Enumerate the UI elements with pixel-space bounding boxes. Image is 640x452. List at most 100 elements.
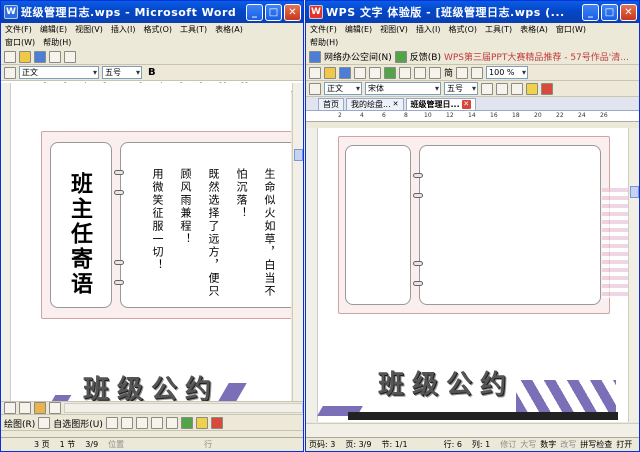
styles-pane-icon[interactable] <box>4 66 16 79</box>
word-horizontal-scrollbar[interactable] <box>64 403 303 413</box>
preview-icon[interactable] <box>369 66 381 79</box>
new-document-icon[interactable] <box>309 66 321 79</box>
menu-format[interactable]: 格式(O) <box>448 24 477 35</box>
minimize-button[interactable]: _ <box>246 3 263 21</box>
menu-help[interactable]: 帮助(H) <box>310 37 338 48</box>
style-combo[interactable]: 正文 <box>19 66 99 79</box>
copy-icon[interactable] <box>414 66 426 79</box>
clipart-icon[interactable] <box>180 417 193 429</box>
close-icon[interactable]: ✕ <box>393 99 399 110</box>
planner-right-page <box>419 145 601 305</box>
font-color-icon[interactable] <box>541 82 553 95</box>
word-document-area[interactable]: 班主任寄语 用微笑征服一切！ 顾风雨兼程！ 既然选择了远方，便只 怕沉落！ 生命… <box>1 83 291 401</box>
bold-button[interactable]: B <box>145 67 159 78</box>
menu-window[interactable]: 窗口(W) <box>5 37 35 48</box>
ruler-tick: 2 <box>338 112 342 119</box>
menu-insert[interactable]: 插入(I) <box>111 24 136 35</box>
menu-table[interactable]: 表格(A) <box>215 24 243 35</box>
highlight-icon[interactable] <box>526 82 538 95</box>
close-button[interactable]: ✕ <box>284 3 301 21</box>
wps-vertical-scrollbar[interactable] <box>628 128 639 422</box>
cut-icon[interactable] <box>399 66 411 79</box>
draw-menu[interactable]: 绘图(R) <box>4 417 35 430</box>
style-combo[interactable]: 正文 <box>324 82 362 95</box>
undo-icon[interactable] <box>456 66 469 79</box>
print-icon[interactable] <box>354 66 366 79</box>
status-revision[interactable]: 修订 <box>500 439 516 450</box>
planner-title: 班主任寄语 <box>67 172 93 297</box>
line-icon[interactable] <box>105 417 118 429</box>
maximize-button[interactable]: □ <box>601 3 618 21</box>
status-spellcheck[interactable]: 拼写检查 <box>580 439 612 450</box>
ruler-tick: 16 <box>490 112 498 119</box>
wps-horizontal-scrollbar[interactable] <box>306 423 639 437</box>
minimize-button[interactable]: _ <box>582 3 599 21</box>
menu-tools[interactable]: 工具(T) <box>180 24 207 35</box>
autoshape-menu[interactable]: 自选图形(U) <box>53 417 103 430</box>
tab-home[interactable]: 首页 <box>318 98 344 110</box>
save-icon[interactable] <box>34 50 46 63</box>
select-objects-icon[interactable] <box>38 417 51 429</box>
menu-view[interactable]: 视图(V) <box>75 24 103 35</box>
normal-view-icon[interactable] <box>4 402 16 414</box>
zoom-combo[interactable]: 100 % <box>486 66 529 79</box>
scroll-thumb[interactable] <box>294 149 303 161</box>
textbox-icon[interactable] <box>165 417 178 429</box>
font-size-combo[interactable]: 五号 <box>444 82 478 95</box>
web-view-icon[interactable] <box>19 402 31 414</box>
status-position: 位置 <box>108 440 125 449</box>
menu-file[interactable]: 文件(F) <box>5 24 32 35</box>
feedback-button[interactable]: 反馈(B) <box>410 50 441 63</box>
scroll-thumb[interactable] <box>630 186 639 198</box>
oval-icon[interactable] <box>150 417 163 429</box>
menu-file[interactable]: 文件(F) <box>310 24 337 35</box>
styles-pane-icon[interactable] <box>309 82 321 95</box>
align-icon[interactable] <box>481 82 493 95</box>
undo-icon[interactable] <box>49 50 61 63</box>
open-folder-icon[interactable] <box>324 66 336 79</box>
print-view-icon[interactable] <box>34 402 46 414</box>
menu-edit[interactable]: 编辑(E) <box>345 24 372 35</box>
network-office-button[interactable]: 网络办公空间(N) <box>324 50 392 63</box>
save-icon[interactable] <box>339 66 351 79</box>
list-icon[interactable] <box>511 82 523 95</box>
menu-tools[interactable]: 工具(T) <box>485 24 512 35</box>
new-document-icon[interactable] <box>4 50 16 63</box>
outline-view-icon[interactable] <box>49 402 61 414</box>
menu-help[interactable]: 帮助(H) <box>43 37 71 48</box>
menu-insert[interactable]: 插入(I) <box>416 24 441 35</box>
menu-format[interactable]: 格式(O) <box>143 24 172 35</box>
rectangle-icon[interactable] <box>135 417 148 429</box>
promo-link[interactable]: WPS第三届PPT大赛精品推荐 - 57号作品'清... <box>444 50 629 63</box>
tab-my-disk[interactable]: 我的绘盘... ✕ <box>346 98 404 110</box>
status-num[interactable]: 数字 <box>540 439 556 450</box>
status-open[interactable]: 打开 <box>616 439 632 450</box>
font-combo[interactable]: 宋体 <box>365 82 441 95</box>
wps-document-area[interactable]: 班级公约 <box>306 128 629 422</box>
menu-edit[interactable]: 编辑(E) <box>40 24 67 35</box>
menu-view[interactable]: 视图(V) <box>380 24 408 35</box>
fill-color-icon[interactable] <box>195 417 208 429</box>
font-color-icon[interactable] <box>210 417 223 429</box>
align-icon[interactable] <box>496 82 508 95</box>
redo-icon[interactable] <box>64 50 76 63</box>
menu-window[interactable]: 窗口(W) <box>556 24 586 35</box>
decorative-bar <box>348 412 618 420</box>
maximize-button[interactable]: □ <box>265 3 282 21</box>
font-size-combo[interactable]: 五号 <box>102 66 142 79</box>
word-vertical-scrollbar[interactable] <box>292 83 303 401</box>
paste-icon[interactable] <box>429 66 441 79</box>
tab-class-log[interactable]: 班级管理日... ✕ <box>405 98 476 110</box>
status-caps[interactable]: 大写 <box>520 439 536 450</box>
vertical-ruler <box>306 128 318 422</box>
close-button[interactable]: ✕ <box>620 3 637 21</box>
wps-tabstrip: 首页 我的绘盘... ✕ 班级管理日... ✕ <box>306 97 639 111</box>
arrow-icon[interactable] <box>120 417 133 429</box>
simplified-button[interactable]: 简 <box>444 66 453 79</box>
status-overwrite[interactable]: 改写 <box>560 439 576 450</box>
redo-icon[interactable] <box>471 66 484 79</box>
menu-table[interactable]: 表格(A) <box>520 24 548 35</box>
spellcheck-icon[interactable] <box>384 66 396 79</box>
open-folder-icon[interactable] <box>19 50 31 63</box>
close-icon[interactable]: ✕ <box>461 100 471 109</box>
